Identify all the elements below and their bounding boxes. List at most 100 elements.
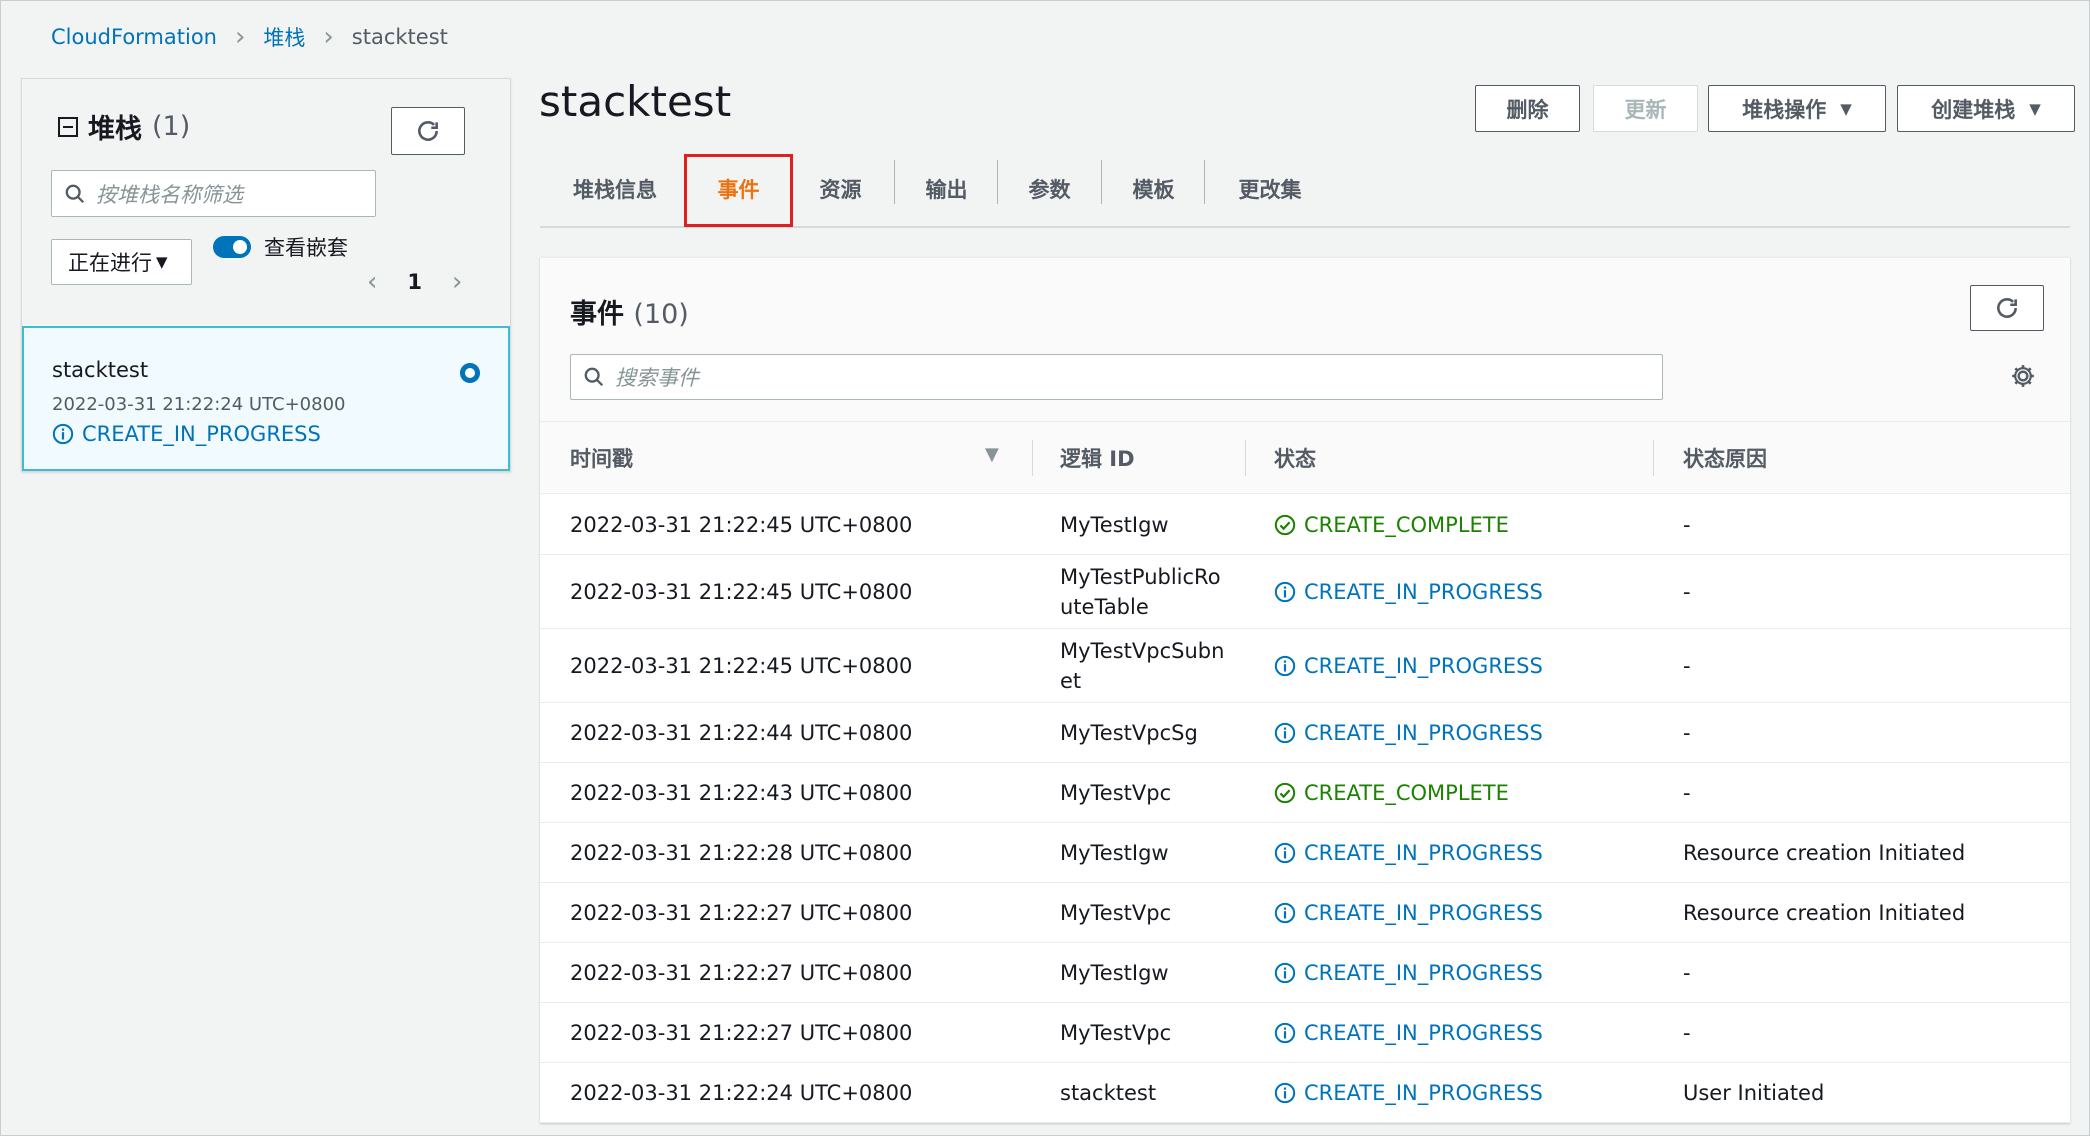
stack-status: CREATE_IN_PROGRESS [52, 422, 321, 446]
column-logical-id[interactable]: 逻辑 ID [1060, 422, 1135, 494]
view-nested-label: 查看嵌套 [264, 236, 348, 260]
view-nested-toggle[interactable] [213, 236, 251, 258]
event-timestamp: 2022-03-31 21:22:27 UTC+0800 [570, 960, 913, 985]
caret-down-icon: ▼ [1840, 99, 1852, 118]
events-search-placeholder: 搜索事件 [615, 366, 699, 390]
stack-select-radio[interactable] [460, 363, 480, 383]
stack-list-item[interactable]: stacktest 2022-03-31 21:22:24 UTC+0800 C… [22, 326, 510, 471]
check-circle-icon [1274, 514, 1296, 535]
page-number[interactable]: 1 [407, 270, 422, 294]
delete-label: 删除 [1506, 97, 1549, 122]
events-count: (10) [633, 299, 689, 330]
column-status-reason[interactable]: 状态原因 [1683, 422, 1767, 494]
tab-template[interactable]: 模板 [1102, 152, 1205, 226]
table-row: 2022-03-31 21:22:28 UTC+0800 MyTestIgw C… [540, 823, 2070, 883]
create-stack-button[interactable]: 创建堆栈 ▼ [1897, 85, 2075, 132]
events-search-input[interactable]: 搜索事件 [570, 354, 1663, 400]
event-logical-id: MyTestPublicRouteTable [1060, 564, 1221, 619]
info-icon [1274, 1082, 1296, 1103]
event-status-text: CREATE_IN_PROGRESS [1304, 720, 1543, 745]
stacks-refresh-button[interactable] [391, 107, 465, 155]
stack-filter-placeholder: 按堆栈名称筛选 [96, 182, 243, 207]
column-divider[interactable] [1032, 440, 1033, 476]
event-reason: - [1683, 1020, 1691, 1045]
events-panel: 事件 (10) 搜索事件 时间戳 ▼ 逻辑 ID 状态 状态原因 2022-03… [540, 257, 2070, 1123]
events-table-header: 时间戳 ▼ 逻辑 ID 状态 状态原因 [540, 422, 2070, 494]
table-row: 2022-03-31 21:22:43 UTC+0800 MyTestVpc C… [540, 763, 2070, 823]
update-button[interactable]: 更新 [1593, 85, 1698, 132]
table-row: 2022-03-31 21:22:45 UTC+0800 MyTestPubli… [540, 555, 2070, 629]
event-timestamp: 2022-03-31 21:22:45 UTC+0800 [570, 579, 913, 604]
events-header: 事件 (10) 搜索事件 [540, 258, 2070, 422]
event-timestamp: 2022-03-31 21:22:28 UTC+0800 [570, 840, 913, 865]
stack-status-text: CREATE_IN_PROGRESS [82, 422, 321, 446]
caret-down-icon: ▼ [156, 253, 168, 271]
event-timestamp: 2022-03-31 21:22:43 UTC+0800 [570, 780, 913, 805]
event-status-text: CREATE_IN_PROGRESS [1304, 960, 1543, 985]
page-title: stacktest [539, 77, 732, 126]
stack-actions-button[interactable]: 堆栈操作 ▼ [1708, 85, 1886, 132]
info-icon [1274, 842, 1296, 863]
event-logical-id: MyTestVpc [1060, 900, 1172, 925]
event-status: CREATE_IN_PROGRESS [1274, 555, 1543, 628]
stack-date: 2022-03-31 21:22:24 UTC+0800 [52, 394, 346, 415]
event-logical-id: MyTestVpcSubnet [1060, 638, 1225, 693]
chevron-left-icon[interactable]: ‹ [367, 267, 377, 297]
stack-name: stacktest [52, 358, 149, 382]
gear-icon[interactable] [2010, 363, 2036, 389]
tab-change-sets[interactable]: 更改集 [1205, 152, 1335, 226]
table-row: 2022-03-31 21:22:45 UTC+0800 MyTestIgw C… [540, 495, 2070, 555]
tab-parameters[interactable]: 参数 [998, 152, 1101, 226]
event-status-text: CREATE_IN_PROGRESS [1304, 900, 1543, 925]
status-filter-select[interactable]: 正在进行 ▼ [51, 239, 192, 285]
refresh-icon [1997, 298, 2017, 318]
event-status: CREATE_COMPLETE [1274, 763, 1509, 822]
tab-resources[interactable]: 资源 [793, 152, 888, 226]
stacks-panel: 堆栈 (1) 按堆栈名称筛选 正在进行 ▼ 查看嵌套 ‹ 1 › stackte… [21, 78, 511, 472]
column-status[interactable]: 状态 [1274, 422, 1316, 494]
event-status: CREATE_IN_PROGRESS [1274, 629, 1543, 702]
breadcrumb-cloudformation[interactable]: CloudFormation [51, 25, 217, 49]
event-timestamp: 2022-03-31 21:22:45 UTC+0800 [570, 653, 913, 678]
chevron-right-icon[interactable]: › [452, 267, 462, 297]
events-title: 事件 (10) [570, 292, 689, 331]
tab-outputs[interactable]: 输出 [895, 152, 998, 226]
event-logical-id: MyTestVpcSg [1060, 720, 1198, 745]
event-timestamp: 2022-03-31 21:22:27 UTC+0800 [570, 1020, 913, 1045]
search-icon [65, 184, 85, 203]
event-logical-id: MyTestIgw [1060, 512, 1169, 537]
table-row: 2022-03-31 21:22:27 UTC+0800 MyTestVpc C… [540, 883, 2070, 943]
events-refresh-button[interactable] [1970, 285, 2044, 331]
event-status: CREATE_COMPLETE [1274, 495, 1509, 554]
event-logical-id: stacktest [1060, 1080, 1157, 1105]
status-filter-value: 正在进行 [68, 251, 152, 275]
event-status: CREATE_IN_PROGRESS [1274, 883, 1543, 942]
check-circle-icon [1274, 782, 1296, 803]
chevron-right-icon: › [234, 22, 246, 52]
breadcrumb-stacks[interactable]: 堆栈 [263, 22, 305, 52]
table-row: 2022-03-31 21:22:27 UTC+0800 MyTestVpc C… [540, 1003, 2070, 1063]
stacks-count: (1) [152, 111, 191, 142]
breadcrumb: CloudFormation › 堆栈 › stacktest [51, 21, 448, 53]
event-logical-id: MyTestVpc [1060, 780, 1172, 805]
event-timestamp: 2022-03-31 21:22:27 UTC+0800 [570, 900, 913, 925]
column-timestamp[interactable]: 时间戳 [570, 422, 633, 494]
collapse-icon[interactable] [58, 116, 78, 137]
event-status-text: CREATE_IN_PROGRESS [1304, 1020, 1543, 1045]
event-status-text: CREATE_COMPLETE [1304, 512, 1509, 537]
column-divider[interactable] [1245, 440, 1246, 476]
delete-button[interactable]: 删除 [1475, 85, 1580, 132]
active-tab-highlight [684, 154, 793, 227]
column-divider[interactable] [1653, 440, 1654, 476]
info-icon [1274, 655, 1296, 676]
pagination: ‹ 1 › [367, 267, 462, 297]
event-status: CREATE_IN_PROGRESS [1274, 1003, 1543, 1062]
events-table-body: 2022-03-31 21:22:45 UTC+0800 MyTestIgw C… [540, 495, 2070, 1123]
event-status-text: CREATE_IN_PROGRESS [1304, 579, 1543, 604]
tab-stack-info[interactable]: 堆栈信息 [540, 152, 690, 226]
event-status: CREATE_IN_PROGRESS [1274, 703, 1543, 762]
sort-desc-icon[interactable]: ▼ [985, 444, 999, 465]
event-reason: - [1683, 579, 1691, 604]
stack-filter-input[interactable]: 按堆栈名称筛选 [51, 170, 376, 217]
chevron-right-icon: › [323, 22, 334, 52]
